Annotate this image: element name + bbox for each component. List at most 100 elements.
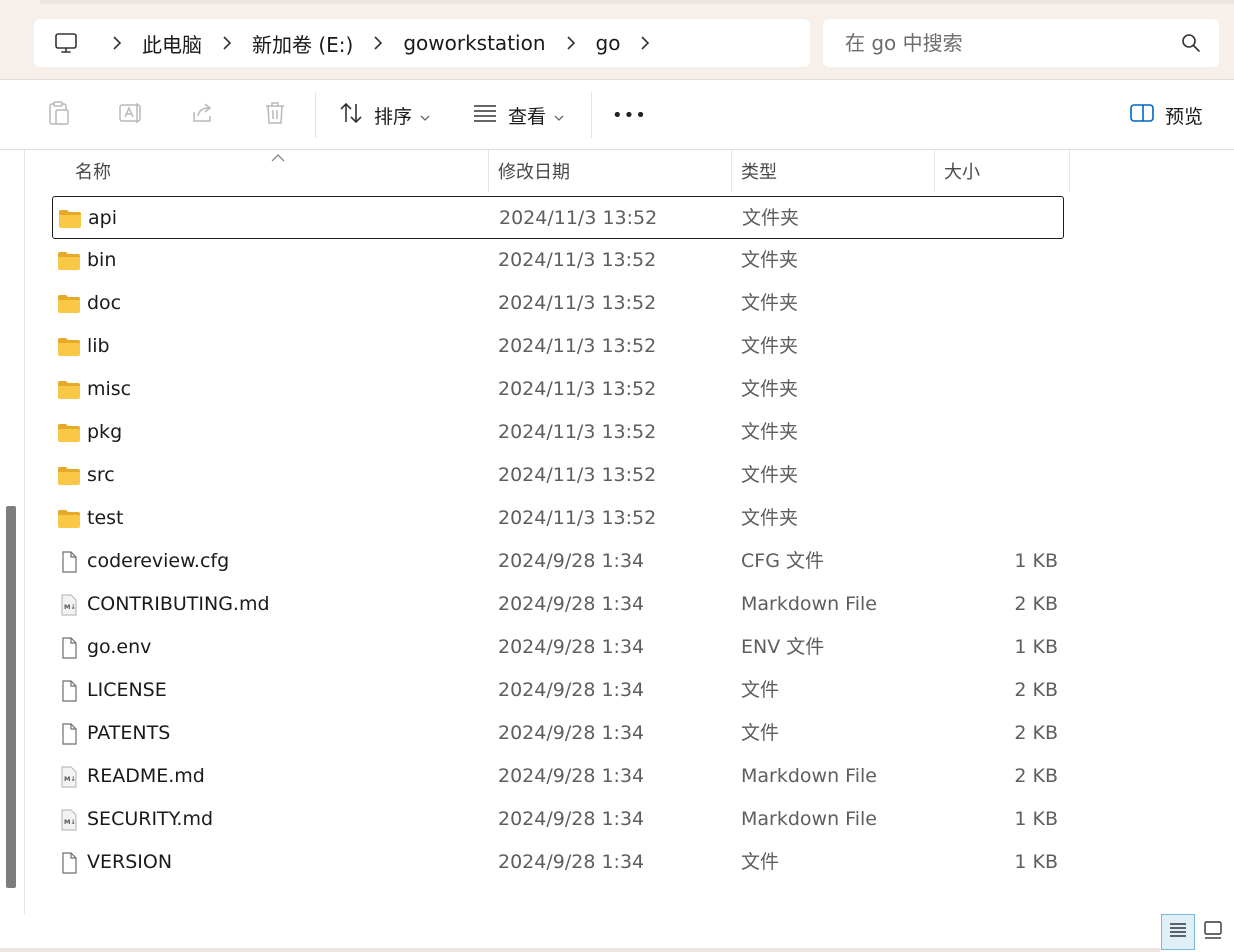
breadcrumb[interactable]: 此电脑 新加卷 (E:) goworkstation go — [34, 19, 810, 67]
details-view-icon — [1168, 921, 1188, 943]
folder-icon — [57, 422, 81, 444]
file-row[interactable]: M↓ SECURITY.md 2024/9/28 1:34 Markdown File… — [52, 798, 1064, 841]
large-icons-view-icon — [1202, 920, 1224, 944]
file-size: 2 KB — [1014, 722, 1058, 744]
file-type: Markdown File — [741, 593, 877, 615]
file-row[interactable]: go.env 2024/9/28 1:34 ENV 文件 1 KB — [52, 626, 1064, 669]
file-name: VERSION — [87, 851, 173, 873]
file-row[interactable]: test 2024/11/3 13:52 文件夹 — [52, 497, 1064, 540]
file-date-modified: 2024/9/28 1:34 — [498, 722, 645, 744]
file-row[interactable]: doc 2024/11/3 13:52 文件夹 — [52, 282, 1064, 325]
view-button[interactable]: 查看 — [472, 95, 564, 135]
file-type: 文件夹 — [741, 507, 799, 529]
file-row[interactable]: VERSION 2024/9/28 1:34 文件 1 KB — [52, 841, 1064, 884]
file-explorer-window: 此电脑 新加卷 (E:) goworkstation go 在 go 中搜索 排… — [0, 0, 1234, 952]
file-date-modified: 2024/9/28 1:34 — [498, 765, 645, 787]
file-date-modified: 2024/11/3 13:52 — [499, 207, 658, 229]
search-box[interactable] — [823, 19, 1219, 67]
file-type: ENV 文件 — [741, 636, 825, 658]
folder-icon — [57, 250, 81, 272]
file-type: 文件夹 — [741, 335, 799, 357]
large-icons-view-button[interactable] — [1196, 914, 1230, 950]
column-size[interactable]: 大小 — [944, 150, 980, 192]
clipboard-icon — [47, 100, 71, 130]
file-date-modified: 2024/9/28 1:34 — [498, 636, 645, 658]
file-name: lib — [87, 335, 110, 357]
file-row[interactable]: M↓ CONTRIBUTING.md 2024/9/28 1:34 Markdown … — [52, 583, 1064, 626]
breadcrumb-go[interactable]: go — [590, 31, 627, 55]
search-icon[interactable] — [1181, 33, 1201, 53]
details-view-button[interactable] — [1161, 914, 1195, 950]
breadcrumb-this-pc[interactable]: 此电脑 — [136, 29, 208, 58]
file-name: api — [88, 207, 117, 229]
computer-icon[interactable] — [34, 19, 98, 67]
status-bar — [0, 915, 1234, 952]
markdown-file-icon: M↓ — [57, 594, 81, 616]
column-date[interactable]: 修改日期 — [498, 150, 570, 192]
preview-label: 预览 — [1165, 105, 1204, 128]
chevron-right-icon[interactable] — [208, 19, 246, 67]
file-date-modified: 2024/11/3 13:52 — [498, 507, 657, 529]
file-name: CONTRIBUTING.md — [87, 593, 270, 615]
more-options-icon: ••• — [612, 104, 647, 126]
delete-button[interactable] — [255, 95, 295, 135]
file-type: 文件 — [741, 851, 780, 873]
column-name[interactable]: 名称 — [75, 150, 111, 192]
file-row[interactable]: M↓ README.md 2024/9/28 1:34 Markdown File 2 … — [52, 755, 1064, 798]
breadcrumb-goworkstation[interactable]: goworkstation — [397, 31, 551, 55]
preview-pane-button[interactable]: 预览 — [1129, 95, 1203, 135]
file-row[interactable]: codereview.cfg 2024/9/28 1:34 CFG 文件 1 KB — [52, 540, 1064, 583]
share-icon — [190, 100, 216, 130]
file-type: 文件 — [741, 679, 780, 701]
chevron-right-icon[interactable] — [359, 19, 397, 67]
file-row[interactable]: lib 2024/11/3 13:52 文件夹 — [52, 325, 1064, 368]
file-icon — [57, 723, 81, 745]
file-row[interactable]: LICENSE 2024/9/28 1:34 文件 2 KB — [52, 669, 1064, 712]
file-icon — [57, 680, 81, 702]
chevron-down-icon — [420, 106, 430, 125]
column-divider[interactable] — [488, 150, 489, 192]
file-row[interactable]: pkg 2024/11/3 13:52 文件夹 — [52, 411, 1064, 454]
file-row[interactable]: PATENTS 2024/9/28 1:34 文件 2 KB — [52, 712, 1064, 755]
file-row[interactable]: misc 2024/11/3 13:52 文件夹 — [52, 368, 1064, 411]
chevron-right-icon[interactable] — [98, 19, 136, 67]
file-type: 文件夹 — [741, 292, 799, 314]
file-name: doc — [87, 292, 122, 314]
column-divider[interactable] — [1069, 150, 1070, 192]
file-name: PATENTS — [87, 722, 171, 744]
search-input[interactable] — [823, 19, 1163, 67]
file-size: 1 KB — [1014, 808, 1058, 830]
markdown-file-icon: M↓ — [57, 809, 81, 831]
sort-ascending-icon — [271, 148, 285, 162]
more-options-button[interactable]: ••• — [612, 95, 647, 135]
folder-icon — [58, 208, 82, 230]
file-icon — [57, 551, 81, 573]
sort-button[interactable]: 排序 — [338, 95, 430, 135]
file-type: 文件夹 — [741, 378, 799, 400]
title-strip — [40, 0, 1234, 4]
column-type[interactable]: 类型 — [741, 150, 777, 192]
folder-icon — [57, 379, 81, 401]
file-icon — [57, 852, 81, 874]
column-divider[interactable] — [934, 150, 935, 192]
file-type: 文件夹 — [741, 421, 799, 443]
file-type: 文件 — [741, 722, 780, 744]
navigation-scrollbar[interactable] — [6, 506, 16, 888]
rename-button[interactable] — [111, 95, 151, 135]
column-divider[interactable] — [731, 150, 732, 192]
chevron-right-icon[interactable] — [626, 19, 664, 67]
folder-icon — [57, 465, 81, 487]
copy-button[interactable] — [39, 95, 79, 135]
share-button[interactable] — [183, 95, 223, 135]
chevron-right-icon[interactable] — [552, 19, 590, 67]
breadcrumb-volume-e[interactable]: 新加卷 (E:) — [246, 29, 359, 58]
file-row[interactable]: src 2024/11/3 13:52 文件夹 — [52, 454, 1064, 497]
file-row[interactable]: api 2024/11/3 13:52 文件夹 — [52, 196, 1064, 239]
trash-icon — [263, 100, 287, 130]
file-size: 1 KB — [1014, 636, 1058, 658]
folder-icon — [57, 293, 81, 315]
file-row[interactable]: bin 2024/11/3 13:52 文件夹 — [52, 239, 1064, 282]
markdown-file-icon: M↓ — [57, 766, 81, 788]
file-date-modified: 2024/11/3 13:52 — [498, 464, 657, 486]
command-bar: 排序 查看 ••• 预览 — [0, 80, 1234, 150]
